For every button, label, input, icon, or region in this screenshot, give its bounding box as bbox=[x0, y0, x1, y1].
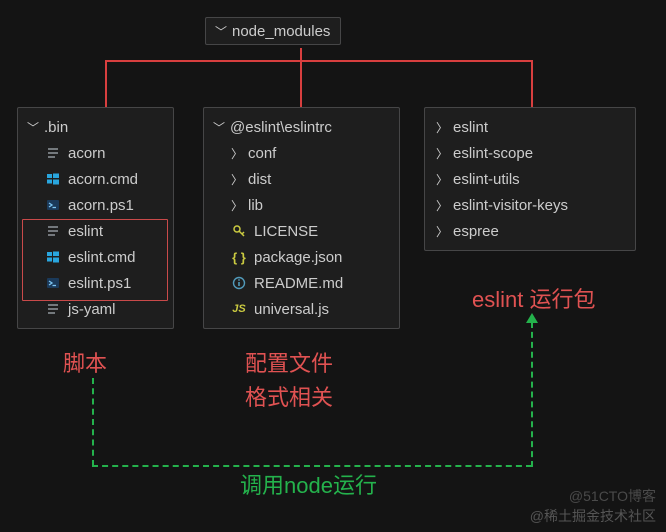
json-icon: { } bbox=[230, 248, 248, 266]
file-package-json[interactable]: { } package.json bbox=[204, 244, 399, 270]
folder-conf[interactable]: 〉 conf bbox=[204, 140, 399, 166]
key-icon bbox=[230, 222, 248, 240]
folder-eslint[interactable]: 〉 eslint bbox=[425, 114, 635, 140]
chevron-right-icon: 〉 bbox=[230, 171, 244, 188]
folder-eslint-utils[interactable]: 〉 eslint-utils bbox=[425, 166, 635, 192]
caption-runpkg: eslint 运行包 bbox=[472, 282, 595, 314]
file-lines-icon bbox=[44, 300, 62, 318]
file-label: eslint-scope bbox=[453, 145, 533, 162]
file-label: acorn.cmd bbox=[68, 171, 138, 188]
file-license[interactable]: LICENSE bbox=[204, 218, 399, 244]
arrow-segment bbox=[92, 465, 532, 467]
file-label: eslint-visitor-keys bbox=[453, 197, 568, 214]
file-label: eslint-utils bbox=[453, 171, 520, 188]
folder-eslint-visitor-keys[interactable]: 〉 eslint-visitor-keys bbox=[425, 192, 635, 218]
arrow-head-icon bbox=[526, 313, 538, 323]
pkg-box: 〉 eslint 〉 eslint-scope 〉 eslint-utils 〉… bbox=[424, 107, 636, 251]
watermark-text: @稀土掘金技术社区 bbox=[530, 508, 656, 524]
root-box: ﹀ node_modules bbox=[205, 17, 341, 45]
file-label: espree bbox=[453, 223, 499, 240]
chevron-right-icon: 〉 bbox=[230, 197, 244, 214]
info-icon bbox=[230, 274, 248, 292]
arrow-segment bbox=[531, 322, 533, 467]
eslintrc-box: ﹀ @eslint\eslintrc 〉 conf 〉 dist 〉 lib L… bbox=[203, 107, 400, 329]
file-readme[interactable]: README.md bbox=[204, 270, 399, 296]
folder-espree[interactable]: 〉 espree bbox=[425, 218, 635, 244]
watermark2: @51CTO博客 bbox=[569, 486, 656, 506]
watermark-text2: @51CTO博客 bbox=[569, 488, 656, 504]
caption-config2: 格式相关 bbox=[245, 380, 333, 412]
powershell-icon bbox=[44, 196, 62, 214]
eslintrc-label: @eslint\eslintrc bbox=[230, 119, 332, 136]
windows-icon bbox=[44, 170, 62, 188]
chevron-right-icon: 〉 bbox=[230, 145, 244, 162]
file-lines-icon bbox=[44, 144, 62, 162]
file-universal-js[interactable]: JS universal.js bbox=[204, 296, 399, 322]
file-label: acorn.ps1 bbox=[68, 197, 134, 214]
file-acorn-ps1[interactable]: acorn.ps1 bbox=[18, 192, 173, 218]
folder-lib[interactable]: 〉 lib bbox=[204, 192, 399, 218]
file-label: conf bbox=[248, 145, 276, 162]
file-acorn-cmd[interactable]: acorn.cmd bbox=[18, 166, 173, 192]
chevron-right-icon: 〉 bbox=[435, 145, 449, 162]
bin-label: .bin bbox=[44, 119, 68, 136]
root-label: node_modules bbox=[232, 23, 330, 40]
file-label: acorn bbox=[68, 145, 106, 162]
eslint-highlight bbox=[22, 219, 168, 301]
file-label: universal.js bbox=[254, 301, 329, 318]
file-acorn[interactable]: acorn bbox=[18, 140, 173, 166]
file-label: LICENSE bbox=[254, 223, 318, 240]
folder-eslint-scope[interactable]: 〉 eslint-scope bbox=[425, 140, 635, 166]
chevron-down-icon: ﹀ bbox=[212, 119, 226, 136]
watermark: @稀土掘金技术社区 bbox=[530, 506, 656, 526]
caption-script: 脚本 bbox=[63, 346, 107, 378]
chevron-right-icon: 〉 bbox=[435, 171, 449, 188]
folder-bin[interactable]: ﹀ .bin bbox=[18, 114, 173, 140]
file-label: js-yaml bbox=[68, 301, 116, 318]
file-label: dist bbox=[248, 171, 271, 188]
js-icon: JS bbox=[230, 300, 248, 318]
file-label: lib bbox=[248, 197, 263, 214]
caption-config1: 配置文件 bbox=[245, 346, 333, 378]
chevron-down-icon: ﹀ bbox=[214, 23, 228, 40]
caption-invoke: 调用node运行 bbox=[240, 468, 377, 500]
chevron-down-icon: ﹀ bbox=[26, 119, 40, 136]
file-label: package.json bbox=[254, 249, 342, 266]
arrow-segment bbox=[92, 378, 94, 466]
folder-dist[interactable]: 〉 dist bbox=[204, 166, 399, 192]
folder-eslintrc[interactable]: ﹀ @eslint\eslintrc bbox=[204, 114, 399, 140]
file-label: eslint bbox=[453, 119, 488, 136]
file-label: README.md bbox=[254, 275, 343, 292]
folder-node-modules[interactable]: ﹀ node_modules bbox=[206, 18, 340, 44]
chevron-right-icon: 〉 bbox=[435, 197, 449, 214]
chevron-right-icon: 〉 bbox=[435, 223, 449, 240]
chevron-right-icon: 〉 bbox=[435, 119, 449, 136]
